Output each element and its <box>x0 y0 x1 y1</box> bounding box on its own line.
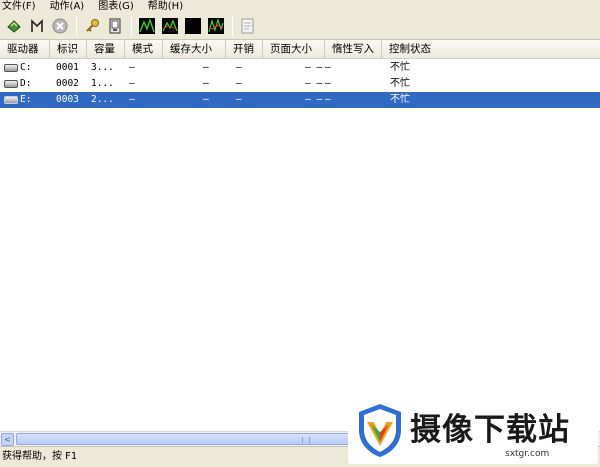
page-size-cell: – – <box>305 62 323 73</box>
id-cell: 0001 <box>56 62 79 73</box>
status-cell: 不忙 <box>390 78 410 89</box>
line-graph-icon[interactable] <box>159 15 181 37</box>
key-icon[interactable] <box>81 15 103 37</box>
capacity-cell: 3... <box>91 62 114 73</box>
drive-label: D: <box>20 78 32 89</box>
column-cache-size[interactable]: 缓存大小 <box>163 40 226 59</box>
table-row[interactable]: D: 0002 1... – – – – – – 不忙 <box>0 76 600 92</box>
drive-label: C: <box>20 62 32 73</box>
column-overhead[interactable]: 开销 <box>226 40 263 59</box>
hard-drive-icon <box>4 79 18 88</box>
mode-cell: – <box>129 62 135 73</box>
graph-icon[interactable] <box>136 15 158 37</box>
cache-cell: – <box>203 62 209 73</box>
cache-cell: – <box>203 78 209 89</box>
capacity-cell: 1... <box>91 78 114 89</box>
watermark-title: 摄像下载站 <box>410 412 570 448</box>
drive-cell: D: <box>0 76 50 92</box>
hard-drive-icon <box>4 63 18 72</box>
menu-file[interactable]: 文件(F) <box>2 0 36 13</box>
toolbar-separator <box>76 16 77 36</box>
status-cell: 不忙 <box>390 62 410 73</box>
drive-list: C: 0001 3... – – – – – – 不忙 D: 0002 1...… <box>0 60 600 108</box>
column-lazy-write[interactable]: 惰性写入 <box>325 40 382 59</box>
cache-cell: – <box>203 94 209 105</box>
scroll-grip-icon <box>302 437 310 443</box>
refresh-icon[interactable] <box>3 15 25 37</box>
status-cell: 不忙 <box>390 94 410 105</box>
drive-label: E: <box>20 94 32 105</box>
table-row-selected[interactable]: E: 0003 2... – – – – – – 不忙 <box>0 92 600 108</box>
column-mode[interactable]: 模式 <box>125 40 163 59</box>
mode-cell: – <box>129 94 135 105</box>
watermark-logo: 摄像下载站 sxtgr.com <box>348 396 598 464</box>
page-size-cell: – – <box>305 94 323 105</box>
toolbar-separator <box>232 16 233 36</box>
column-page-size[interactable]: 页面大小 <box>263 40 325 59</box>
page-size-cell: – – <box>305 78 323 89</box>
lazy-write-cell: – <box>325 94 331 105</box>
hard-drive-icon <box>4 95 18 104</box>
column-header: 驱动器 标识 容量 模式 缓存大小 开销 页面大小 惰性写入 控制状态 <box>0 40 600 59</box>
column-id[interactable]: 标识 <box>50 40 87 59</box>
shield-logo-icon <box>359 404 401 457</box>
overhead-cell: – <box>236 62 242 73</box>
black-graph-icon[interactable] <box>182 15 204 37</box>
menu-action[interactable]: 动作(A) <box>50 0 85 13</box>
id-cell: 0002 <box>56 78 79 89</box>
lazy-write-cell: – <box>325 62 331 73</box>
capacity-cell: 2... <box>91 94 114 105</box>
column-capacity[interactable]: 容量 <box>87 40 125 59</box>
menu-chart[interactable]: 图表(G) <box>98 0 134 13</box>
overhead-cell: – <box>236 78 242 89</box>
lazy-write-cell: – <box>325 78 331 89</box>
overhead-cell: – <box>236 94 242 105</box>
properties-icon[interactable] <box>237 15 259 37</box>
multi-graph-icon[interactable] <box>205 15 227 37</box>
toolbar <box>0 13 600 40</box>
mode-cell: – <box>129 78 135 89</box>
toolbar-separator <box>131 16 132 36</box>
scroll-left-button[interactable]: < <box>1 433 14 446</box>
stop-icon[interactable] <box>49 15 71 37</box>
column-control-status[interactable]: 控制状态 <box>382 40 600 59</box>
device-icon[interactable] <box>104 15 126 37</box>
table-row[interactable]: C: 0001 3... – – – – – – 不忙 <box>0 60 600 76</box>
drive-cell: E: <box>0 92 50 108</box>
watermark-url: sxtgr.com <box>505 449 550 459</box>
meter-icon[interactable] <box>26 15 48 37</box>
menu-bar: 文件(F) 动作(A) 图表(G) 帮助(H) <box>0 0 600 13</box>
menu-help[interactable]: 帮助(H) <box>148 0 183 13</box>
column-drive[interactable]: 驱动器 <box>0 40 50 59</box>
drive-cell: C: <box>0 60 50 76</box>
id-cell: 0003 <box>56 94 79 105</box>
